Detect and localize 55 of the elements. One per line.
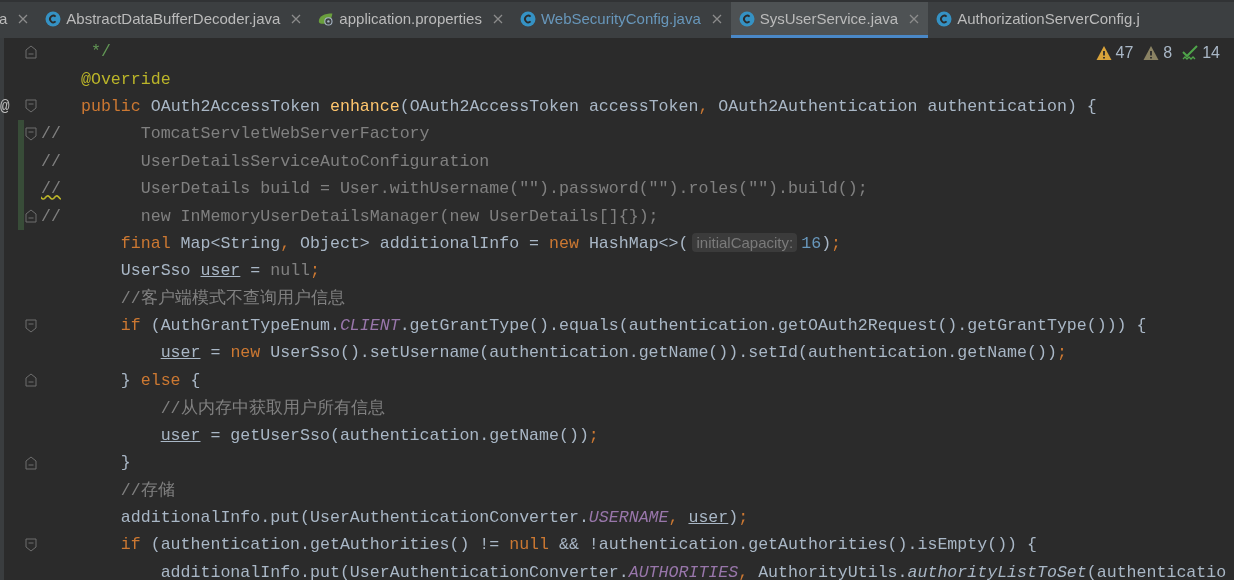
- code-line: TomcatServletWebServerFactory: [139, 124, 430, 144]
- fold-icon[interactable]: [25, 373, 37, 388]
- close-icon[interactable]: [291, 13, 302, 24]
- code-line: additionalInfo.put(UserAuthenticationConverter.AUTHORITIES, AuthorityUtils.authorityListToSet(authenticatio: [159, 562, 1227, 580]
- fold-icon[interactable]: [25, 318, 37, 333]
- class-icon: [45, 10, 62, 27]
- fold-icon[interactable]: [25, 537, 37, 552]
- comment-marker: //: [41, 206, 61, 226]
- editor-tab[interactable]: a: [0, 2, 38, 38]
- override-marker[interactable]: @: [0, 97, 10, 116]
- warning-icon[interactable]: [1095, 45, 1112, 61]
- code-line: UserDetailsServiceAutoConfiguration: [139, 151, 490, 171]
- editor-tab[interactable]: WebSecurityConfig.java: [511, 2, 731, 38]
- code-line: new InMemoryUserDetailsManager(new UserDetails[]{});: [139, 206, 659, 226]
- comment-marker: //: [41, 124, 61, 144]
- inspection-count: 14: [1202, 44, 1220, 62]
- editor-tab[interactable]: SysUserService.java: [730, 2, 929, 38]
- code-line: additionalInfo.put(UserAuthenticationConverter.USERNAME, user);: [119, 507, 749, 527]
- warning-icon[interactable]: [1143, 45, 1160, 61]
- fold-icon[interactable]: [25, 44, 37, 59]
- code-line: user = getUserSso(authentication.getName());: [159, 425, 599, 445]
- editor-tab[interactable]: application.properties: [310, 2, 512, 38]
- inspection-count: 8: [1163, 44, 1173, 62]
- code-line: UserDetails build = User.withUsername("").password("").roles("").build();: [139, 179, 868, 199]
- leaf-gear-icon: [318, 10, 335, 27]
- code-line: user = new UserSso().setUsername(authentication.getName()).setId(authentication.getName());: [159, 343, 1067, 363]
- close-icon[interactable]: [492, 13, 503, 24]
- inspection-count: 47: [1115, 44, 1134, 62]
- class-icon: [936, 10, 953, 27]
- code-line: //从内存中获取用户所有信息: [159, 397, 385, 419]
- class-icon: [519, 10, 536, 27]
- code-line: public OAuth2AccessToken enhance(OAuth2AccessToken accessToken, OAuth2Authentication authentication) {: [81, 96, 1097, 116]
- close-icon[interactable]: [18, 13, 29, 24]
- check-squiggle-icon[interactable]: [1182, 45, 1199, 61]
- code-line: final Map<String, Object> additionalInfo = new HashMap<>( initialCapacity: 16);: [119, 233, 842, 253]
- fold-icon[interactable]: [25, 455, 37, 470]
- code-line: }: [119, 453, 131, 473]
- comment-marker: //: [41, 179, 61, 199]
- code-line: UserSso user = null;: [119, 261, 321, 281]
- fold-icon[interactable]: [25, 126, 37, 141]
- close-icon[interactable]: [909, 13, 920, 24]
- code-line: if (AuthGrantTypeEnum.CLIENT.getGrantType().equals(authentication.getOAuth2Request().getGrantType())) {: [119, 316, 1147, 336]
- code-line: //存储: [119, 479, 175, 501]
- fold-icon[interactable]: [25, 99, 37, 114]
- class-icon: [738, 10, 755, 27]
- fold-icon[interactable]: [25, 209, 37, 224]
- code-line: @Override: [81, 69, 171, 89]
- close-icon[interactable]: [711, 13, 722, 24]
- code-line: //客户端模式不查询用户信息: [119, 287, 345, 310]
- code-line: if (authentication.getAuthorities() != null && !authentication.getAuthorities().isEmpty()) {: [119, 535, 1037, 555]
- code-line: */: [89, 42, 111, 62]
- code-line: } else {: [119, 370, 201, 390]
- editor-tab[interactable]: AuthorizationServerConfig.j: [928, 2, 1149, 38]
- comment-marker: //: [41, 151, 61, 171]
- editor-tab[interactable]: AbstractDataBufferDecoder.java: [37, 2, 311, 38]
